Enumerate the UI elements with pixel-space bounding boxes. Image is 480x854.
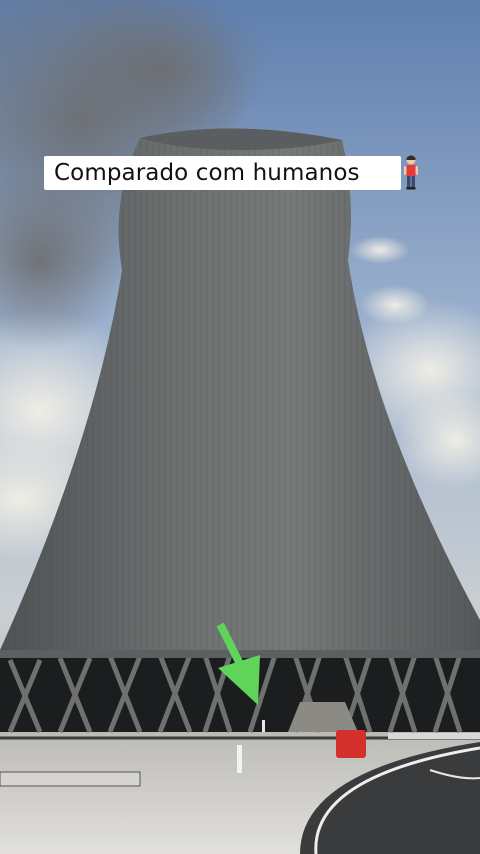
standing-person-icon — [404, 155, 418, 190]
cloud-small — [360, 285, 430, 325]
cooling-tower-scene — [0, 0, 480, 854]
tiny-human — [262, 720, 265, 732]
cloud-wisp — [350, 236, 410, 264]
caption-text: Comparado com humanos — [54, 160, 360, 186]
video-frame: Comparado com humanos — [0, 0, 480, 854]
caption-banner: Comparado com humanos — [44, 156, 401, 190]
barrier-slab — [0, 771, 141, 787]
white-post — [237, 745, 242, 773]
red-barrier — [336, 730, 366, 758]
guardrail — [388, 733, 480, 739]
